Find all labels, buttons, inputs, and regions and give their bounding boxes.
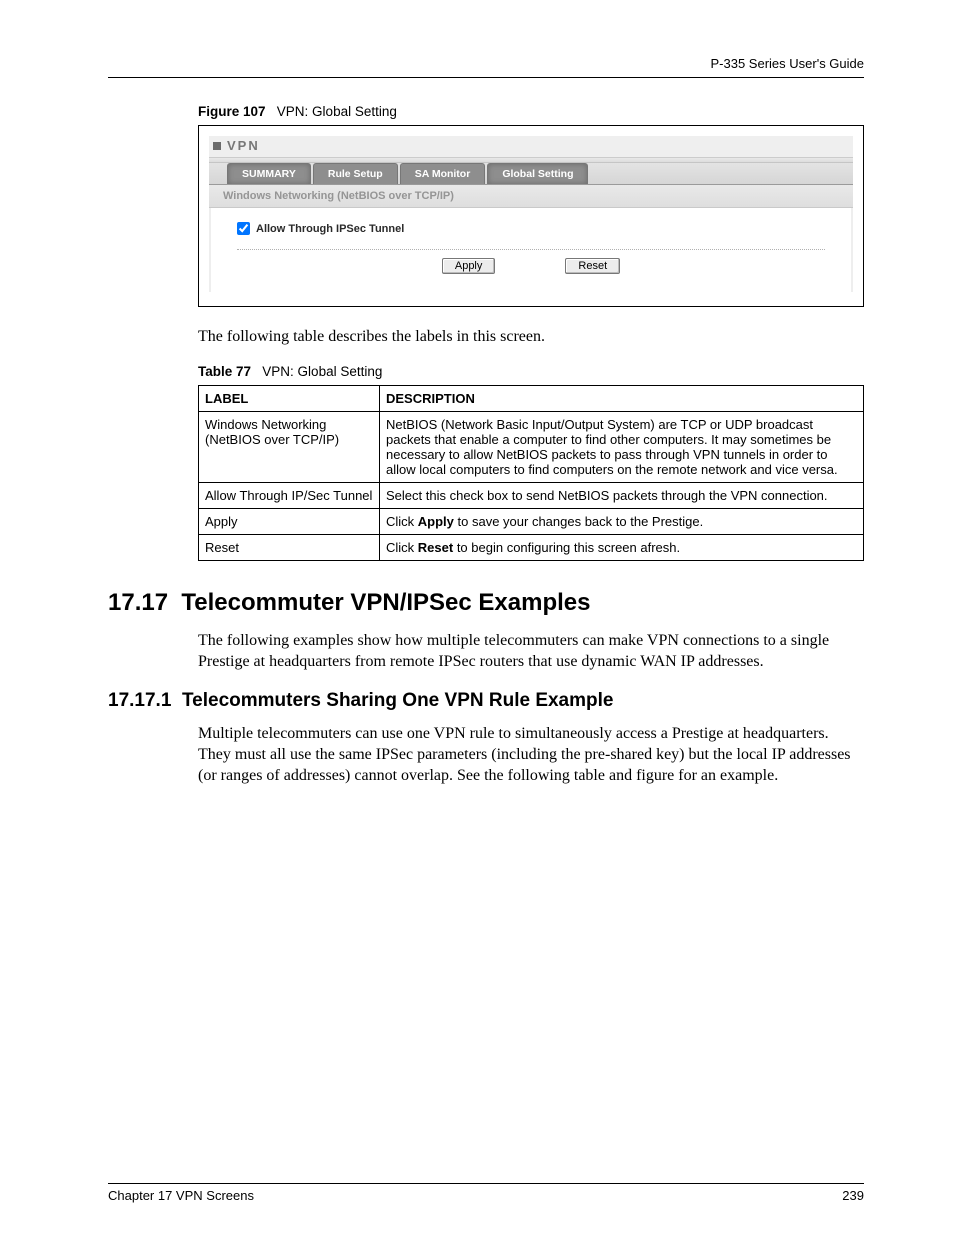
screen-titlebar: VPN <box>209 136 853 158</box>
header-rule <box>108 77 864 78</box>
subsection-number: 17.17.1 <box>108 690 171 711</box>
allow-through-ipsec-label: Allow Through IPSec Tunnel <box>256 223 404 235</box>
description-table: LABEL DESCRIPTION Windows Networking (Ne… <box>198 385 864 561</box>
cell-desc: Click Apply to save your changes back to… <box>380 508 864 534</box>
cell-desc: Select this check box to send NetBIOS pa… <box>380 482 864 508</box>
th-label: LABEL <box>199 385 380 411</box>
subsection-paragraph: Multiple telecommuters can use one VPN r… <box>198 724 864 786</box>
running-header: P-335 Series User's Guide <box>108 56 864 71</box>
figure-title: VPN: Global Setting <box>277 104 397 119</box>
allow-through-ipsec-checkbox[interactable] <box>237 222 250 235</box>
section-title: Telecommuter VPN/IPSec Examples <box>181 589 590 616</box>
tab-rule-setup[interactable]: Rule Setup <box>313 163 398 184</box>
tab-sa-monitor[interactable]: SA Monitor <box>400 163 486 184</box>
cell-desc: NetBIOS (Network Basic Input/Output Syst… <box>380 411 864 482</box>
tab-row: SUMMARY Rule Setup SA Monitor Global Set… <box>209 163 853 185</box>
cell-label: Reset <box>199 534 380 560</box>
figure-caption: Figure 107 VPN: Global Setting <box>198 104 864 119</box>
section-number: 17.17 <box>108 589 168 616</box>
cell-label: Allow Through IP/Sec Tunnel <box>199 482 380 508</box>
section-header: Windows Networking (NetBIOS over TCP/IP) <box>209 185 853 208</box>
cell-label: Windows Networking (NetBIOS over TCP/IP) <box>199 411 380 482</box>
allow-through-ipsec-row[interactable]: Allow Through IPSec Tunnel <box>237 222 825 235</box>
th-description: DESCRIPTION <box>380 385 864 411</box>
subsection-title: Telecommuters Sharing One VPN Rule Examp… <box>182 690 614 711</box>
section-paragraph: The following examples show how multiple… <box>198 631 864 673</box>
table-row: Apply Click Apply to save your changes b… <box>199 508 864 534</box>
intro-paragraph: The following table describes the labels… <box>198 327 864 348</box>
cell-desc: Click Reset to begin configuring this sc… <box>380 534 864 560</box>
footer-rule <box>108 1183 864 1184</box>
footer-chapter: Chapter 17 VPN Screens <box>108 1188 254 1203</box>
screen-title: VPN <box>227 138 260 153</box>
footer-page-number: 239 <box>842 1188 864 1203</box>
table-title: VPN: Global Setting <box>262 364 382 379</box>
figure-screenshot: VPN SUMMARY Rule Setup SA Monitor Global… <box>198 125 864 307</box>
tab-global-setting[interactable]: Global Setting <box>487 163 588 184</box>
tab-summary[interactable]: SUMMARY <box>227 163 311 184</box>
table-row: Windows Networking (NetBIOS over TCP/IP)… <box>199 411 864 482</box>
page-footer: Chapter 17 VPN Screens 239 <box>108 1183 864 1203</box>
apply-button[interactable]: Apply <box>442 258 496 274</box>
figure-label: Figure 107 <box>198 104 266 119</box>
table-row: Reset Click Reset to begin configuring t… <box>199 534 864 560</box>
table-label: Table 77 <box>198 364 251 379</box>
table-caption: Table 77 VPN: Global Setting <box>198 364 864 379</box>
subsection-heading: 17.17.1 Telecommuters Sharing One VPN Ru… <box>108 690 864 712</box>
window-icon <box>213 142 221 150</box>
table-row: Allow Through IP/Sec Tunnel Select this … <box>199 482 864 508</box>
section-heading: 17.17 Telecommuter VPN/IPSec Examples <box>108 589 864 617</box>
reset-button[interactable]: Reset <box>565 258 620 274</box>
cell-label: Apply <box>199 508 380 534</box>
